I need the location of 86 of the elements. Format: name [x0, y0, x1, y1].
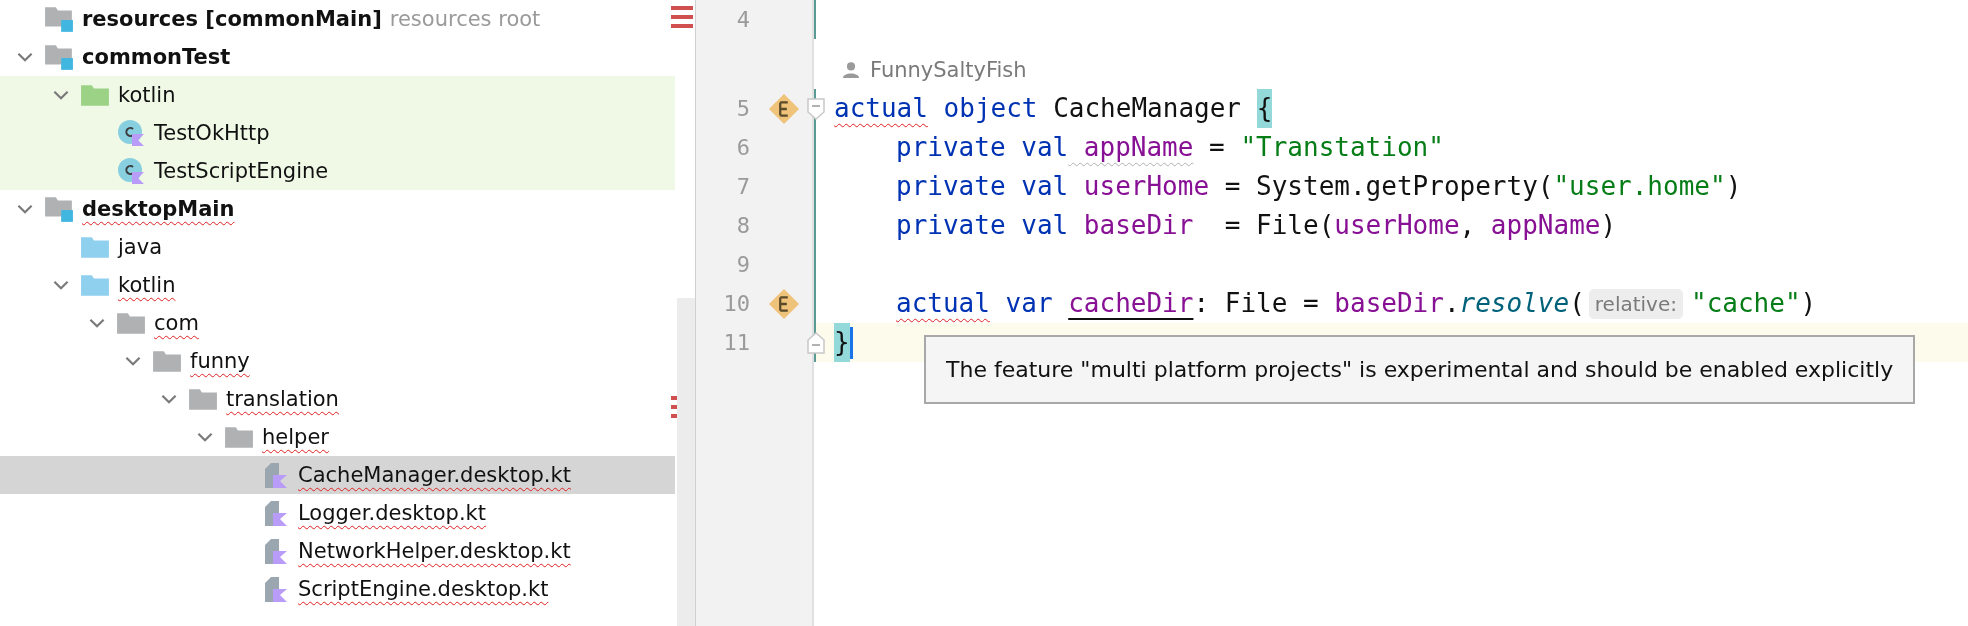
code-token: userHome: [1334, 209, 1460, 242]
line-number: 11: [722, 330, 750, 355]
tree-item-label: kotlin: [118, 83, 176, 107]
tree-item[interactable]: TestScriptEngine: [0, 152, 675, 190]
tree-item[interactable]: kotlin: [0, 76, 675, 114]
tree-item-label: commonTest: [82, 45, 231, 69]
tree-item-label: translation: [226, 387, 339, 411]
tree-item-note: resources root: [389, 7, 541, 31]
kotlin-class-icon: [116, 119, 146, 147]
code-token: cacheDir: [1068, 287, 1194, 320]
expect-marker-icon[interactable]: [768, 92, 800, 125]
warning-tooltip: The feature "multi platform projects" is experimental and should be enabled explicitly: [924, 335, 1916, 404]
code-token: }: [834, 323, 850, 362]
code-token: actual: [896, 287, 990, 320]
tree-item[interactable]: commonTest: [0, 38, 675, 76]
code-token: = System.getProperty(: [1223, 170, 1554, 203]
code-token: object: [942, 92, 1038, 125]
tree-item[interactable]: funny: [0, 342, 675, 380]
code-token: ): [1725, 170, 1742, 203]
tree-item-label: NetworkHelper.desktop.kt: [298, 539, 571, 563]
kotlin-class-icon: [116, 157, 146, 185]
code-token: resolve: [1459, 287, 1570, 320]
tree-item-label: Logger.desktop.kt: [298, 501, 486, 525]
tree-item[interactable]: TestOkHttp: [0, 114, 675, 152]
code-token: ): [1800, 287, 1817, 320]
tree-item-label: TestOkHttp: [154, 121, 270, 145]
tree-item-label: ScriptEngine.desktop.kt: [298, 577, 549, 601]
tree-item-label: funny: [190, 349, 250, 373]
tree-item-label: resources [commonMain]: [82, 7, 382, 31]
code-token: "Transtation": [1240, 131, 1444, 164]
module-folder-icon: [44, 195, 74, 223]
code-token: CacheManager: [1052, 92, 1242, 125]
code-token: var: [1004, 287, 1054, 320]
code-token: =: [1208, 131, 1226, 164]
tree-item[interactable]: CacheManager.desktop.kt: [0, 456, 675, 494]
author-hint[interactable]: FunnySaltyFish: [870, 58, 1027, 82]
code-token: "cache": [1691, 287, 1801, 320]
code-token: actual: [834, 92, 928, 125]
code-token: appName: [1082, 131, 1194, 164]
code-token: baseDir: [1082, 209, 1194, 242]
tree-item[interactable]: java: [0, 228, 675, 266]
tree-item-label: com: [154, 311, 199, 335]
code-token: baseDir: [1334, 287, 1444, 320]
line-number: 9: [735, 252, 750, 277]
code-token: (: [1569, 287, 1585, 320]
tree-item[interactable]: kotlin: [0, 266, 675, 304]
text-caret: [849, 326, 853, 359]
tree-item[interactable]: ScriptEngine.desktop.kt: [0, 570, 675, 608]
line-number: 7: [735, 174, 750, 199]
tree-item[interactable]: Logger.desktop.kt: [0, 494, 675, 532]
line-number: 6: [735, 135, 750, 160]
code-token: appName: [1490, 209, 1601, 242]
code-token: ,: [1459, 209, 1477, 242]
code-token: : File =: [1193, 287, 1320, 320]
tree-item[interactable]: NetworkHelper.desktop.kt: [0, 532, 675, 570]
tree-item-label: TestScriptEngine: [154, 159, 329, 183]
person-icon: [842, 61, 860, 79]
tree-item[interactable]: translation: [0, 380, 675, 418]
code-token: private val: [896, 131, 1069, 164]
tree-item[interactable]: resources [commonMain] resources root: [0, 0, 675, 38]
error-stripes-icon: [671, 6, 693, 28]
line-number: 10: [722, 291, 750, 316]
tree-item-label: CacheManager.desktop.kt: [298, 463, 571, 487]
line-number: 8: [735, 213, 750, 238]
tree-item[interactable]: desktopMain: [0, 190, 675, 228]
code-token: ): [1600, 209, 1617, 242]
module-folder-icon: [44, 5, 74, 33]
code-token: private val: [896, 170, 1069, 203]
line-number: 4: [735, 7, 750, 32]
line-number: 5: [735, 96, 750, 121]
code-token: {: [1256, 89, 1273, 128]
tree-item[interactable]: com: [0, 304, 675, 342]
code-token: = File(: [1223, 209, 1335, 242]
tree-item[interactable]: helper: [0, 418, 675, 456]
code-token: private val: [896, 209, 1069, 242]
module-folder-icon: [44, 43, 74, 71]
parameter-hint: relative:: [1588, 288, 1683, 319]
tree-item-label: java: [118, 235, 162, 259]
code-token: "user.home": [1553, 170, 1726, 203]
tree-item-label: kotlin: [118, 273, 176, 297]
expect-marker-icon[interactable]: [768, 287, 800, 320]
tree-item-label: helper: [262, 425, 329, 449]
tree-item-label: desktopMain: [82, 197, 235, 221]
scrollbar-thumb[interactable]: [677, 298, 695, 626]
code-token: userHome: [1082, 170, 1210, 203]
code-token: .: [1443, 287, 1460, 320]
